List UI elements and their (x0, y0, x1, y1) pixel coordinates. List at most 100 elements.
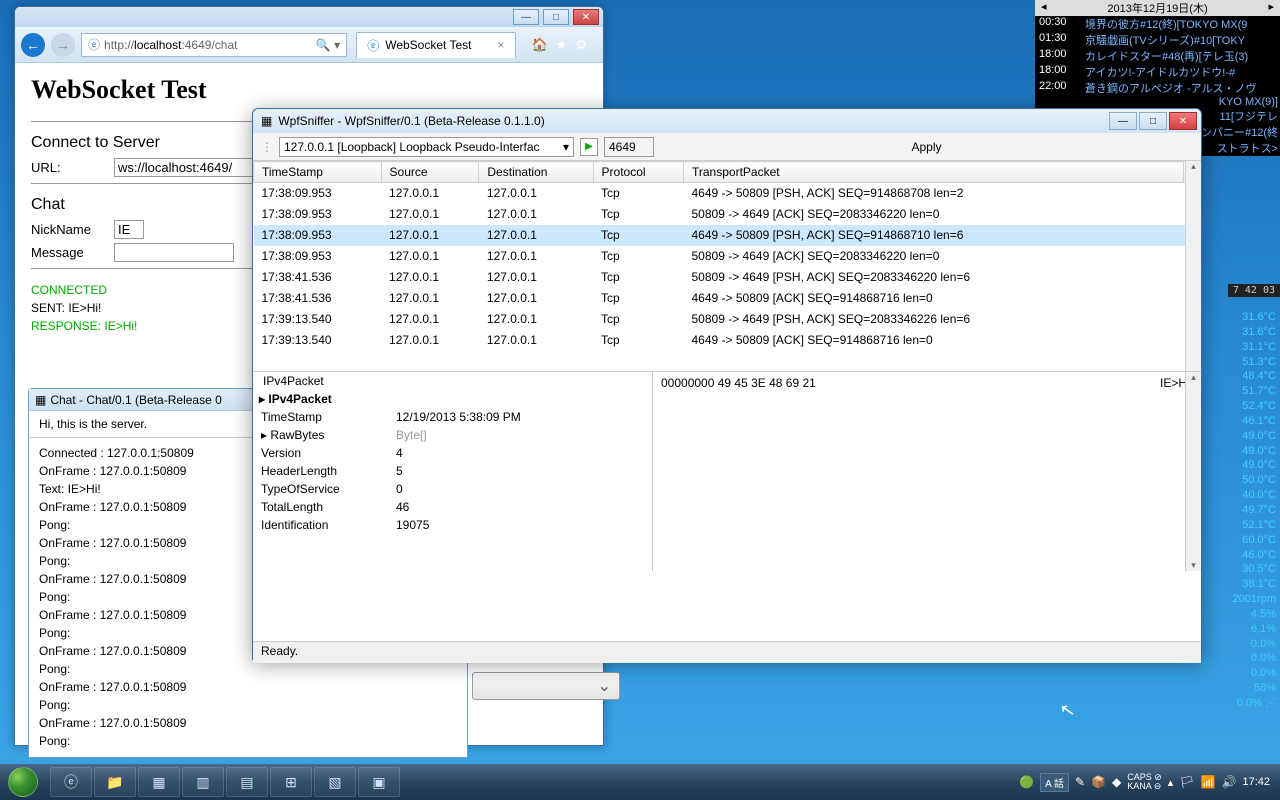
sensor-value: 52.1°C (1233, 518, 1276, 533)
hex-view[interactable]: 00000000 49 45 3E 48 69 21IE>Hi! ▴▾ (653, 372, 1201, 571)
packet-row[interactable]: 17:39:13.540127.0.0.1127.0.0.1Tcp4649 ->… (254, 330, 1201, 351)
sensor-value: 31.6°C (1233, 325, 1276, 340)
forward-button[interactable]: → (51, 33, 75, 57)
sensor-value: 49.0°C (1233, 429, 1276, 444)
detail-row[interactable]: ▸ RawBytesByte[] (253, 426, 652, 444)
taskbar-ie-icon[interactable]: ⓔ (50, 767, 92, 797)
minimize-button[interactable]: — (513, 9, 539, 25)
detail-row[interactable]: TotalLength46 (253, 498, 652, 516)
close-button[interactable]: ✕ (1169, 112, 1197, 130)
sensor-value: 6.1% (1233, 622, 1276, 637)
browser-tab[interactable]: ⓔ WebSocket Test × (356, 32, 515, 58)
program-fragment: KYO MX(9)] (1035, 96, 1278, 108)
sensor-value: 0.0% ⋰ (1233, 696, 1276, 711)
col-header[interactable]: TimeStamp (254, 162, 382, 183)
col-header[interactable]: Destination (479, 162, 593, 183)
packet-row[interactable]: 17:38:09.953127.0.0.1127.0.0.1Tcp50809 -… (254, 204, 1201, 225)
taskbar[interactable]: ⓔ 📁 ▦ ▥ ▤ ⊞ ▧ ▣ 🟢 A 話 ✎ 📦 ◆ CAPS ⊘KANA ⊖… (0, 764, 1280, 800)
network-icon[interactable]: 📶 (1201, 775, 1216, 789)
sensor-value: 58% (1233, 681, 1276, 696)
address-bar[interactable]: ⓔ http://localhost:4649/chat 🔍 ▾ (81, 33, 347, 57)
tray-icon[interactable]: ✎ (1075, 775, 1085, 789)
details-header: IPv4Packet (253, 372, 652, 390)
msg-label: Message (31, 245, 106, 260)
scrollbar[interactable]: ▴▾ (1185, 372, 1201, 571)
packet-row[interactable]: 17:39:13.540127.0.0.1127.0.0.1Tcp50809 -… (254, 309, 1201, 330)
taskbar-app-icon[interactable]: ⊞ (270, 767, 312, 797)
temps-overlay: 31.6°C31.6°C31.1°C51.3°C48.4°C51.7°C52.4… (1233, 310, 1276, 711)
minimize-button[interactable]: — (1109, 112, 1137, 130)
status-bar: Ready. (253, 641, 1201, 663)
ie-titlebar[interactable]: — □ ✕ (15, 7, 603, 27)
app-icon: ▦ (35, 393, 46, 407)
tab-close-icon[interactable]: × (497, 38, 504, 52)
back-button[interactable]: ← (21, 33, 45, 57)
scrollbar[interactable]: ▴ (1185, 161, 1201, 371)
sensor-value: 30.5°C (1233, 562, 1276, 577)
clock[interactable]: 17:42 (1242, 776, 1270, 788)
start-capture-button[interactable]: ▶ (580, 138, 598, 156)
packet-row[interactable]: 17:38:41.536127.0.0.1127.0.0.1Tcp50809 -… (254, 267, 1201, 288)
packet-grid[interactable]: TimeStampSourceDestinationProtocolTransp… (253, 161, 1201, 371)
packet-row[interactable]: 17:38:09.953127.0.0.1127.0.0.1Tcp4649 ->… (254, 183, 1201, 204)
taskbar-explorer-icon[interactable]: 📁 (94, 767, 136, 797)
ime-indicator[interactable]: A 話 (1040, 773, 1069, 792)
port-input[interactable]: 4649 (604, 137, 654, 157)
maximize-button[interactable]: □ (543, 9, 569, 25)
sensor-value: 38.1°C (1233, 577, 1276, 592)
start-button[interactable] (0, 764, 46, 800)
tools-icon[interactable]: ⚙ (575, 37, 587, 53)
detail-row[interactable]: HeaderLength5 (253, 462, 652, 480)
packet-row[interactable]: 17:38:09.953127.0.0.1127.0.0.1Tcp4649 ->… (254, 225, 1201, 246)
col-header[interactable]: TransportPacket (684, 162, 1184, 183)
col-header[interactable]: Source (381, 162, 479, 183)
taskbar-app-icon[interactable]: ▣ (358, 767, 400, 797)
sensor-value: 31.6°C (1233, 310, 1276, 325)
tray-icon[interactable]: ◆ (1112, 775, 1121, 789)
volume-icon[interactable]: 🔊 (1222, 775, 1237, 789)
ie-navbar: ← → ⓔ http://localhost:4649/chat 🔍 ▾ ⓔ W… (15, 27, 603, 63)
log-line: OnFrame : 127.0.0.1:50809 (39, 678, 457, 696)
sensor-value: 0.0% (1233, 651, 1276, 666)
app-icon: ▦ (261, 114, 272, 128)
sensor-value: 51.3°C (1233, 355, 1276, 370)
tray-icon[interactable]: 🟢 (1019, 775, 1034, 789)
apply-button[interactable]: Apply (660, 140, 1193, 154)
caps-indicator: CAPS ⊘KANA ⊖ (1127, 773, 1162, 791)
packet-details[interactable]: IPv4Packet ▸ IPv4Packet TimeStamp12/19/2… (253, 372, 653, 571)
tray-icon[interactable]: 📦 (1091, 775, 1106, 789)
taskbar-app-icon[interactable]: ▥ (182, 767, 224, 797)
home-icon[interactable]: 🏠 (532, 37, 548, 53)
taskbar-app-icon[interactable]: ▦ (138, 767, 180, 797)
detail-row[interactable]: Version4 (253, 444, 652, 462)
system-tray[interactable]: 🟢 A 話 ✎ 📦 ◆ CAPS ⊘KANA ⊖ ▴ 🏳 📶 🔊 17:42 (1009, 773, 1280, 792)
details-header2[interactable]: ▸ IPv4Packet (253, 390, 652, 408)
taskbar-app-icon[interactable]: ▤ (226, 767, 268, 797)
favorites-icon[interactable]: ★ (556, 37, 568, 53)
maximize-button[interactable]: □ (1139, 112, 1167, 130)
packet-row[interactable]: 17:38:41.536127.0.0.1127.0.0.1Tcp4649 ->… (254, 288, 1201, 309)
packet-row[interactable]: 17:38:09.953127.0.0.1127.0.0.1Tcp50809 -… (254, 246, 1201, 267)
detail-row[interactable]: TimeStamp12/19/2013 5:38:09 PM (253, 408, 652, 426)
search-icon[interactable]: 🔍 ▾ (316, 38, 340, 52)
col-header[interactable]: Protocol (593, 162, 683, 183)
sniffer-titlebar[interactable]: ▦WpfSniffer - WpfSniffer/0.1 (Beta-Relea… (253, 109, 1201, 133)
nick-input[interactable] (114, 220, 144, 239)
log-line: Pong: (39, 696, 457, 714)
overlay-date[interactable]: ◂2013年12月19日(木)▸ (1035, 0, 1280, 16)
interface-combo[interactable]: 127.0.0.1 [Loopback] Loopback Pseudo-Int… (279, 137, 574, 157)
url-proto: http:// (104, 38, 134, 52)
dropdown-stub[interactable]: ⌄ (472, 672, 620, 700)
sensor-value: 60.0°C (1233, 533, 1276, 548)
detail-row[interactable]: TypeOfService0 (253, 480, 652, 498)
url-host: localhost (134, 38, 181, 52)
sensor-value: 4.5% (1233, 607, 1276, 622)
msg-input[interactable] (114, 243, 234, 262)
detail-row[interactable]: Identification19075 (253, 516, 652, 534)
tray-expand-icon[interactable]: ▴ (1168, 776, 1174, 789)
taskbar-app-icon[interactable]: ▧ (314, 767, 356, 797)
sensor-value: 48.4°C (1233, 369, 1276, 384)
url-input[interactable] (114, 158, 254, 177)
action-center-icon[interactable]: 🏳 (1179, 775, 1194, 789)
close-button[interactable]: ✕ (573, 9, 599, 25)
